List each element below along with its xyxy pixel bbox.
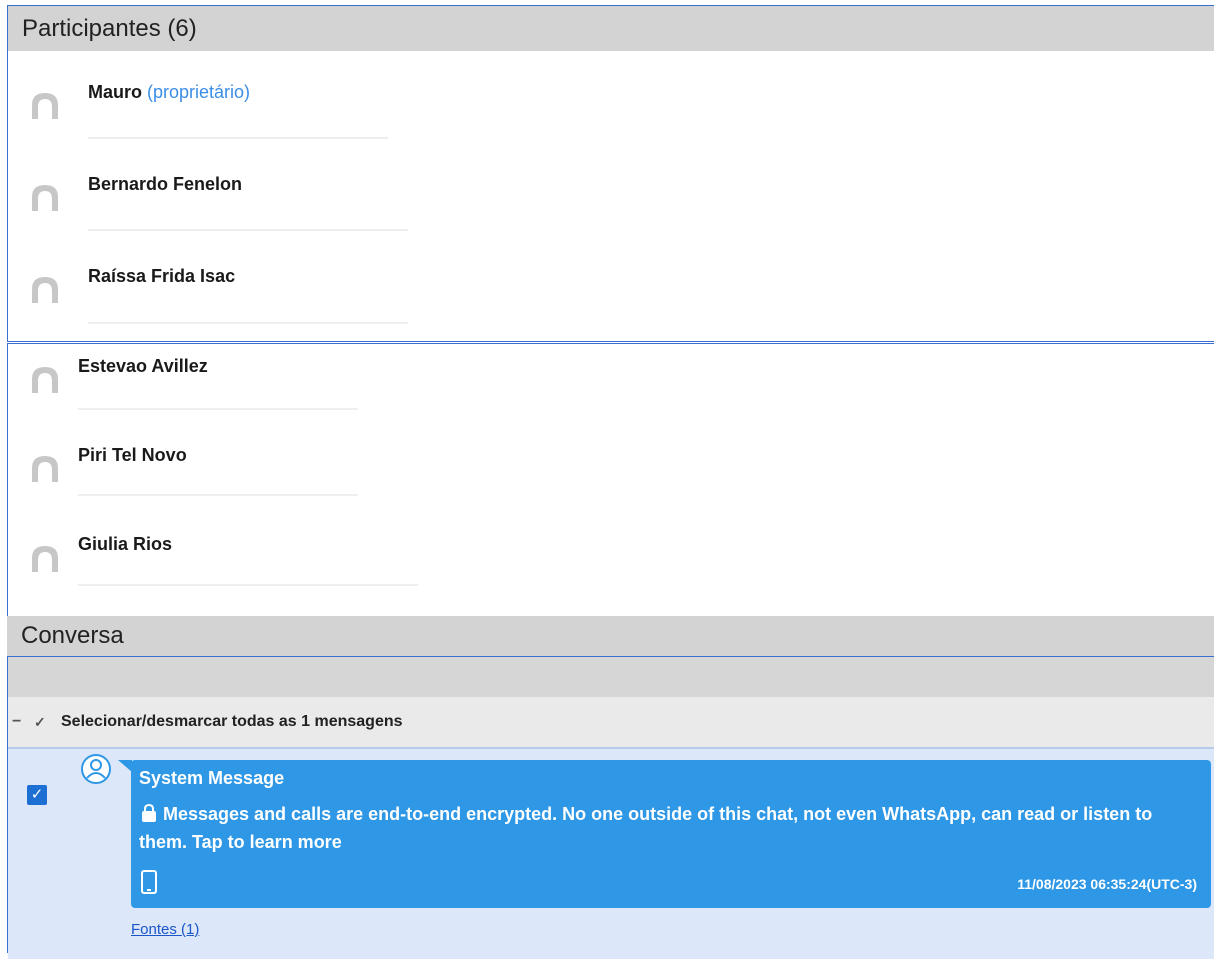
person-silhouette-icon [32, 185, 58, 211]
sources-link[interactable]: Fontes (1) [131, 921, 199, 938]
participant-name: Bernardo Fenelon [88, 174, 243, 194]
select-all-label[interactable]: Selecionar/desmarcar todas as 1 mensagen… [61, 697, 403, 747]
participant-item[interactable]: Bernardo Fenelon [8, 141, 1214, 231]
minus-icon[interactable]: − [12, 697, 21, 747]
conversation-toolbar [8, 657, 1214, 697]
participants-panel-top: Participantes (6) Mauro (proprietário) B… [7, 5, 1214, 342]
message-text-block: Messages and calls are end-to-end encryp… [139, 800, 1199, 856]
message-sender: System Message [139, 768, 285, 788]
select-all-row[interactable]: − ✓ Selecionar/desmarcar todas as 1 mens… [8, 697, 1214, 749]
person-silhouette-icon [32, 93, 58, 119]
divider [88, 322, 408, 324]
participant-name: Piri Tel Novo [78, 445, 187, 465]
conversation-panel: − ✓ Selecionar/desmarcar todas as 1 mens… [7, 656, 1214, 959]
owner-label: (proprietário) [147, 82, 251, 102]
message-area: ✓ System Message Messages and calls are … [8, 749, 1214, 959]
person-silhouette-icon [32, 277, 58, 303]
user-circle-icon [81, 754, 111, 784]
lock-icon [142, 803, 156, 822]
person-silhouette-icon [32, 546, 58, 572]
conversation-title: Conversa [21, 622, 124, 649]
message-checkbox[interactable]: ✓ [27, 785, 47, 805]
divider [78, 584, 418, 586]
divider [88, 229, 408, 231]
smartphone-icon [141, 870, 157, 894]
person-silhouette-icon [32, 456, 58, 482]
participant-item[interactable]: Mauro (proprietário) [8, 51, 1214, 141]
message-text: Messages and calls are end-to-end encryp… [139, 804, 1153, 852]
participant-name: Mauro (proprietário) [88, 82, 251, 102]
participants-title: Participantes (6) [22, 15, 197, 42]
participant-item[interactable]: Piri Tel Novo [8, 434, 1214, 524]
checkmark-icon[interactable]: ✓ [34, 697, 46, 747]
participants-header: Participantes (6) [8, 6, 1214, 51]
message-timestamp: 11/08/2023 06:35:24(UTC-3) [1017, 876, 1197, 892]
bubble-tail [118, 760, 132, 772]
person-silhouette-icon [32, 367, 58, 393]
participant-item[interactable]: Estevao Avillez [8, 344, 1214, 434]
participant-item[interactable]: Giulia Rios [8, 524, 1214, 614]
participant-item[interactable]: Raíssa Frida Isac [8, 234, 1214, 324]
participants-panel-bottom: Estevao Avillez Piri Tel Novo Giulia Rio… [7, 343, 1214, 616]
participant-name: Estevao Avillez [78, 356, 208, 376]
divider [78, 408, 358, 410]
divider [78, 494, 358, 496]
participant-name: Giulia Rios [78, 534, 173, 554]
divider [88, 137, 388, 139]
participant-name: Raíssa Frida Isac [88, 266, 236, 286]
message-bubble[interactable]: System Message Messages and calls are en… [131, 760, 1211, 908]
conversation-header: Conversa [7, 616, 1214, 656]
